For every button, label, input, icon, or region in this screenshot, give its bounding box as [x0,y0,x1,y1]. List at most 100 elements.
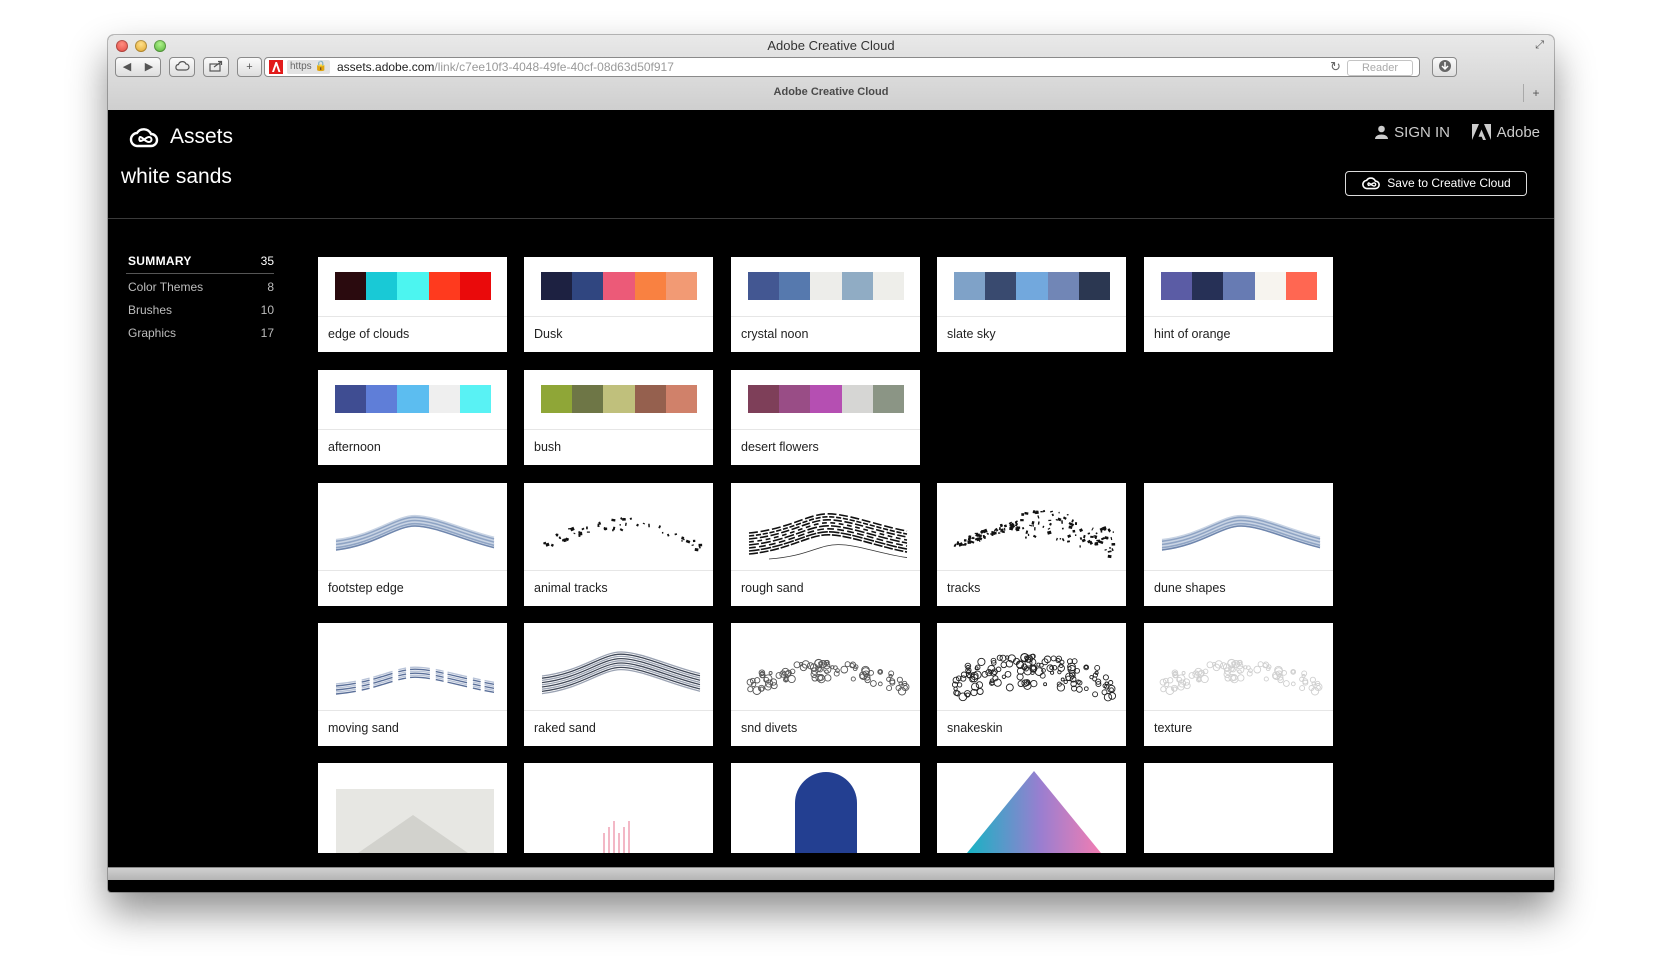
brush-preview [746,658,910,696]
color-theme-card[interactable]: crystal noon [731,257,920,352]
brush-card[interactable]: footstep edge [318,483,507,606]
creative-cloud-icon [1362,177,1381,190]
color-swatches [748,272,905,300]
color-swatches [748,385,905,413]
adobe-link[interactable]: Adobe [1471,124,1540,141]
color-swatch [810,272,842,300]
color-swatch [665,272,698,300]
asset-name: bush [524,429,713,465]
graphic-preview [795,772,857,853]
sidebar-item-graphics[interactable]: Graphics 17 [126,326,274,349]
graphic-shape [795,772,857,853]
color-swatch [603,272,635,300]
share-button[interactable] [203,57,229,77]
color-swatch [779,272,811,300]
color-swatch [1285,272,1318,300]
color-theme-card[interactable]: desert flowers [731,370,920,465]
user-icon [1375,125,1389,139]
sidebar-item-color-themes[interactable]: Color Themes 8 [126,280,274,303]
adobe-favicon-icon [269,60,283,74]
address-bar[interactable]: https 🔒 assets.adobe.com/link/c7ee10f3-4… [264,57,1420,77]
back-arrow-icon[interactable]: ◀ [116,58,138,76]
brush-preview [748,512,908,560]
sidebar-item-summary[interactable]: SUMMARY 35 [126,254,274,277]
color-swatches [335,385,492,413]
brush-card[interactable]: moving sand [318,623,507,746]
graphic-preview [967,771,1101,853]
brush-preview [543,517,703,552]
color-theme-card[interactable]: Dusk [524,257,713,352]
back-forward-buttons: ◀ ▶ [115,57,161,77]
color-swatch [748,385,780,413]
asset-name: Dusk [524,316,713,352]
graphic-card[interactable] [524,763,713,853]
brush-card[interactable]: dune shapes [1144,483,1333,606]
color-theme-card[interactable]: edge of clouds [318,257,507,352]
icloud-tabs-button[interactable] [169,57,195,77]
color-swatch [428,272,460,300]
brush-card[interactable]: rough sand [731,483,920,606]
sidebar-item-brushes[interactable]: Brushes 10 [126,303,274,326]
color-theme-card[interactable]: bush [524,370,713,465]
brush-card[interactable]: tracks [937,483,1126,606]
tab-bar: Adobe Creative Cloud + [108,83,1554,104]
sidebar-item-label: Graphics [128,326,177,340]
asset-name: crystal noon [731,316,920,352]
window-title: Adobe Creative Cloud [767,38,895,53]
browser-chrome: Adobe Creative Cloud ⤢ ◀ ▶ + https 🔒 asse… [108,35,1554,111]
url-text[interactable]: assets.adobe.com/link/c7ee10f3-4048-49fe… [337,58,674,76]
brush-card[interactable]: snd divets [731,623,920,746]
fullscreen-icon[interactable]: ⤢ [1535,39,1544,52]
color-swatch [397,385,429,413]
color-theme-card[interactable]: afternoon [318,370,507,465]
creative-cloud-logo-icon [129,128,159,148]
color-swatch [634,385,666,413]
color-swatch [366,272,398,300]
brush-stroke [541,651,701,695]
brush-preview [1159,658,1323,696]
asset-name: moving sand [318,710,507,746]
https-badge: https 🔒 [287,60,330,74]
color-theme-card[interactable]: hint of orange [1144,257,1333,352]
color-swatch [985,272,1017,300]
reload-icon[interactable]: ↻ [1330,58,1341,76]
sidebar: SUMMARY 35 Color Themes 8 Brushes 10 Gra… [126,254,274,349]
brush-card[interactable]: raked sand [524,623,713,746]
asset-name: slate sky [937,316,1126,352]
downloads-button[interactable] [1432,57,1457,77]
adobe-label: Adobe [1496,124,1540,141]
active-tab[interactable]: Adobe Creative Cloud [108,86,1554,98]
add-bookmark-button[interactable]: + [237,57,262,77]
color-swatch [335,385,367,413]
url-host: assets.adobe.com [337,60,435,74]
color-swatch [459,385,492,413]
forward-arrow-icon[interactable]: ▶ [138,58,160,76]
graphic-card[interactable] [1144,763,1333,853]
reader-button[interactable]: Reader [1347,60,1413,76]
color-swatch [366,385,398,413]
color-swatch [572,272,604,300]
brush-card[interactable]: snakeskin [937,623,1126,746]
asset-name: dune shapes [1144,570,1333,606]
brush-preview [335,514,495,551]
save-to-creative-cloud-button[interactable]: Save to Creative Cloud [1345,171,1527,196]
color-swatch [1161,272,1193,300]
adobe-logo-icon [1471,124,1491,140]
sign-in-link[interactable]: SIGN IN [1375,124,1450,141]
brush-card[interactable]: texture [1144,623,1333,746]
color-swatch [603,385,635,413]
asset-name: edge of clouds [318,316,507,352]
brush-card[interactable]: animal tracks [524,483,713,606]
color-swatch [841,272,873,300]
graphic-card[interactable] [937,763,1126,853]
asset-name: raked sand [524,710,713,746]
graphic-card[interactable] [318,763,507,853]
asset-name: snd divets [731,710,920,746]
new-tab-button[interactable]: + [1523,84,1548,102]
graphic-card[interactable] [731,763,920,853]
asset-name: texture [1144,710,1333,746]
brush-preview [541,651,701,695]
graphic-preview [603,821,630,853]
color-theme-card[interactable]: slate sky [937,257,1126,352]
color-swatches [1161,272,1318,300]
